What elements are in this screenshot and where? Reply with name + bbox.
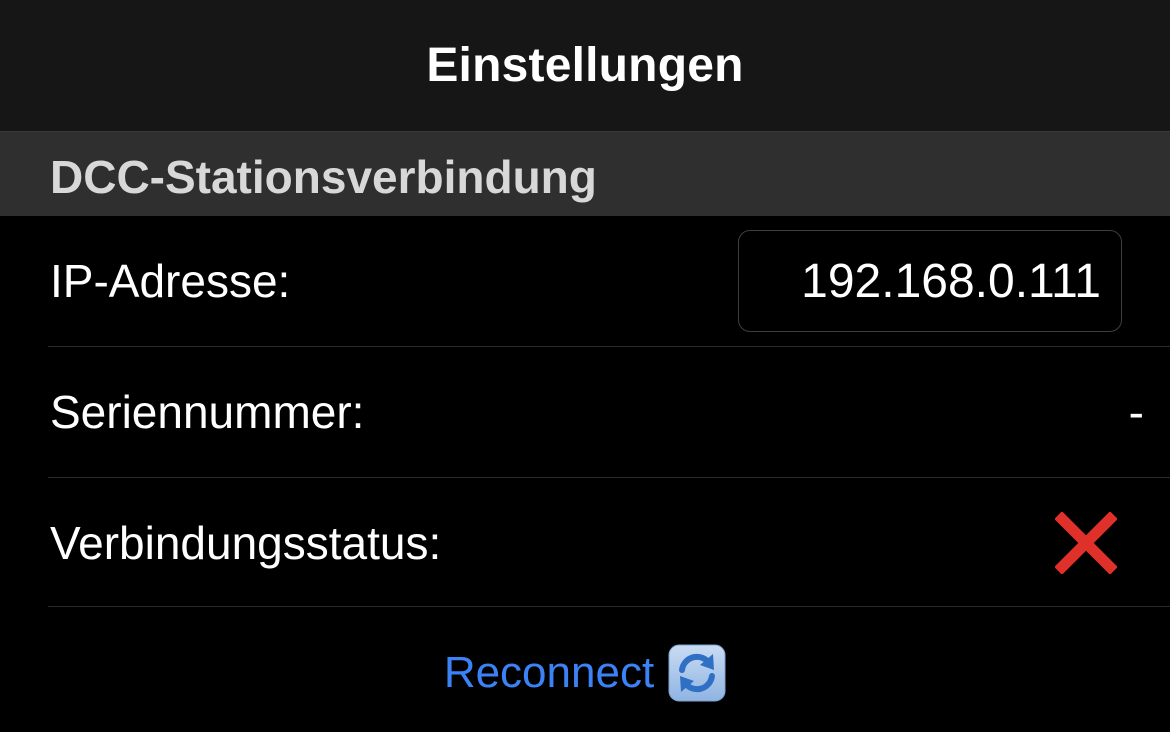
refresh-icon bbox=[668, 644, 726, 702]
row-separator bbox=[48, 606, 1170, 607]
serial-number-value: - bbox=[1128, 386, 1144, 438]
red-x-icon bbox=[1055, 512, 1117, 574]
ip-address-row: IP-Adresse: bbox=[0, 216, 1170, 346]
connection-status-label: Verbindungsstatus: bbox=[50, 517, 442, 569]
serial-number-row: Seriennummer: - bbox=[0, 347, 1170, 477]
connection-status-row: Verbindungsstatus: bbox=[0, 478, 1170, 608]
ip-address-label: IP-Adresse: bbox=[50, 255, 291, 307]
section-title: DCC-Stationsverbindung bbox=[50, 151, 597, 203]
serial-number-label: Seriennummer: bbox=[50, 386, 365, 438]
ip-address-input[interactable] bbox=[738, 230, 1122, 332]
reconnect-button[interactable]: Reconnect bbox=[0, 640, 1170, 706]
section-header: DCC-Stationsverbindung bbox=[0, 132, 1170, 216]
reconnect-label: Reconnect bbox=[443, 648, 655, 697]
navigation-bar: Einstellungen bbox=[0, 0, 1170, 132]
page-title: Einstellungen bbox=[426, 39, 744, 92]
